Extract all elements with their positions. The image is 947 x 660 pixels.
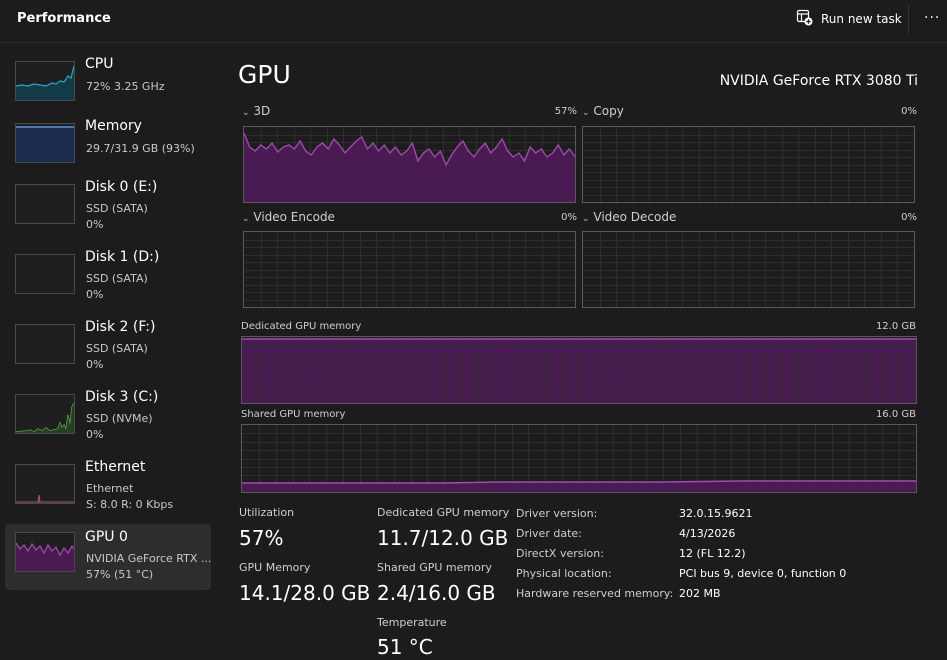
reserved-memory-value: 202 MB bbox=[679, 587, 721, 600]
sidebar-item-usage: 0% bbox=[86, 428, 104, 441]
sidebar-item-type: SSD (SATA) bbox=[86, 272, 148, 285]
engine-label: Video Decode bbox=[593, 210, 677, 224]
temperature-label: Temperature bbox=[377, 616, 447, 629]
gpu-0-thumbnail-graph bbox=[15, 532, 75, 572]
sidebar-item-disk-2[interactable]: Disk 2 (F:) SSD (SATA) 0% bbox=[5, 316, 211, 382]
utilization-label: Utilization bbox=[239, 506, 295, 519]
disk-2-thumbnail-graph bbox=[15, 324, 75, 364]
sidebar-item-cpu[interactable]: CPU 72% 3.25 GHz bbox=[5, 53, 211, 119]
sidebar-item-type: SSD (SATA) bbox=[86, 342, 148, 355]
chevron-down-icon: ⌄ bbox=[582, 108, 590, 118]
sidebar-item-throughput: S: 8.0 R: 0 Kbps bbox=[86, 498, 174, 511]
driver-version-label: Driver version: bbox=[516, 507, 598, 520]
gpu-memory-label: GPU Memory bbox=[239, 561, 311, 574]
disk-3-thumbnail-graph bbox=[15, 394, 75, 434]
header-divider bbox=[908, 4, 909, 34]
sidebar-item-disk-3[interactable]: Disk 3 (C:) SSD (NVMe) 0% bbox=[5, 386, 211, 452]
chevron-down-icon: ⌄ bbox=[242, 108, 250, 118]
sidebar-item-ethernet[interactable]: Ethernet Ethernet S: 8.0 R: 0 Kbps bbox=[5, 456, 211, 522]
engine-percent: 0% bbox=[561, 212, 577, 223]
engine-label: 3D bbox=[253, 104, 271, 118]
sidebar-item-usage: 57% (51 °C) bbox=[86, 568, 154, 581]
graph-video-encode bbox=[243, 231, 576, 308]
chevron-down-icon: ⌄ bbox=[582, 214, 590, 224]
ethernet-thumbnail-graph bbox=[15, 464, 75, 504]
reserved-memory-label: Hardware reserved memory: bbox=[516, 587, 674, 600]
driver-version-value: 32.0.15.9621 bbox=[679, 507, 753, 520]
gpu-model-name: NVIDIA GeForce RTX 3080 Ti bbox=[719, 73, 918, 89]
sidebar-item-label: CPU bbox=[85, 56, 114, 72]
sidebar-item-usage: 0% bbox=[86, 358, 104, 371]
sidebar-item-label: Disk 1 (D:) bbox=[85, 249, 160, 265]
engine-percent: 0% bbox=[901, 106, 917, 117]
shared-memory-stat-label: Shared GPU memory bbox=[377, 561, 492, 574]
engine-percent: 57% bbox=[554, 106, 577, 117]
sidebar-item-memory[interactable]: Memory 29.7/31.9 GB (93%) bbox=[5, 115, 211, 181]
graph-shared-memory bbox=[241, 424, 917, 493]
graph-copy bbox=[582, 126, 915, 203]
directx-version-value: 12 (FL 12.2) bbox=[679, 547, 746, 560]
sidebar-item-type: Ethernet bbox=[86, 482, 134, 495]
directx-version-label: DirectX version: bbox=[516, 547, 604, 560]
sidebar-item-usage: 0% bbox=[86, 218, 104, 231]
driver-date-value: 4/13/2026 bbox=[679, 527, 736, 540]
memory-thumbnail-graph bbox=[15, 123, 75, 163]
sidebar-item-label: GPU 0 bbox=[85, 529, 128, 545]
sidebar-item-label: Disk 3 (C:) bbox=[85, 389, 159, 405]
engine-selector-3d[interactable]: ⌄ 3D bbox=[242, 104, 270, 118]
sidebar-item-disk-1[interactable]: Disk 1 (D:) SSD (SATA) 0% bbox=[5, 246, 211, 312]
engine-percent: 0% bbox=[901, 212, 917, 223]
cpu-thumbnail-graph bbox=[15, 61, 75, 101]
graph-3d bbox=[243, 126, 576, 203]
sidebar-item-disk-0[interactable]: Disk 0 (E:) SSD (SATA) 0% bbox=[5, 176, 211, 242]
disk-1-thumbnail-graph bbox=[15, 254, 75, 294]
shared-memory-label: Shared GPU memory bbox=[241, 409, 346, 420]
sidebar-item-type: SSD (NVMe) bbox=[86, 412, 153, 425]
sidebar-item-detail: 29.7/31.9 GB (93%) bbox=[86, 142, 195, 155]
page-title: Performance bbox=[17, 11, 111, 26]
temperature-value: 51 °C bbox=[377, 635, 433, 659]
engine-selector-video-encode[interactable]: ⌄ Video Encode bbox=[242, 210, 335, 224]
engine-label: Copy bbox=[593, 104, 624, 118]
shared-memory-stat-value: 2.4/16.0 GB bbox=[377, 581, 496, 605]
sidebar-item-label: Disk 2 (F:) bbox=[85, 319, 156, 335]
engine-label: Video Encode bbox=[253, 210, 335, 224]
more-options-button[interactable]: ··· bbox=[924, 10, 940, 26]
gpu-memory-value: 14.1/28.0 GB bbox=[239, 581, 371, 605]
run-task-icon bbox=[796, 9, 813, 29]
sidebar-item-label: Memory bbox=[85, 118, 142, 134]
sidebar-item-label: Disk 0 (E:) bbox=[85, 179, 158, 195]
graph-video-decode bbox=[582, 231, 915, 308]
sidebar-item-label: Ethernet bbox=[85, 459, 146, 475]
graph-dedicated-memory bbox=[241, 336, 917, 404]
engine-selector-copy[interactable]: ⌄ Copy bbox=[582, 104, 624, 118]
disk-0-thumbnail-graph bbox=[15, 184, 75, 224]
physical-location-value: PCI bus 9, device 0, function 0 bbox=[679, 567, 847, 580]
sidebar-item-detail: 72% 3.25 GHz bbox=[86, 80, 165, 93]
dedicated-memory-max: 12.0 GB bbox=[875, 321, 916, 332]
sidebar-item-usage: 0% bbox=[86, 288, 104, 301]
run-new-task-button[interactable]: Run new task bbox=[796, 6, 902, 32]
dedicated-memory-stat-label: Dedicated GPU memory bbox=[377, 506, 510, 519]
engine-selector-video-decode[interactable]: ⌄ Video Decode bbox=[582, 210, 676, 224]
sidebar-item-model: NVIDIA GeForce RTX ... bbox=[86, 552, 212, 565]
physical-location-label: Physical location: bbox=[516, 567, 612, 580]
shared-memory-max: 16.0 GB bbox=[875, 409, 916, 420]
dedicated-memory-stat-value: 11.7/12.0 GB bbox=[377, 526, 509, 550]
gpu-heading: GPU bbox=[238, 60, 291, 89]
dedicated-memory-label: Dedicated GPU memory bbox=[241, 321, 362, 332]
chevron-down-icon: ⌄ bbox=[242, 214, 250, 224]
driver-date-label: Driver date: bbox=[516, 527, 582, 540]
sidebar-item-type: SSD (SATA) bbox=[86, 202, 148, 215]
run-new-task-label: Run new task bbox=[821, 12, 902, 26]
utilization-value: 57% bbox=[239, 526, 284, 550]
sidebar-item-gpu-0[interactable]: GPU 0 NVIDIA GeForce RTX ... 57% (51 °C) bbox=[5, 524, 211, 590]
